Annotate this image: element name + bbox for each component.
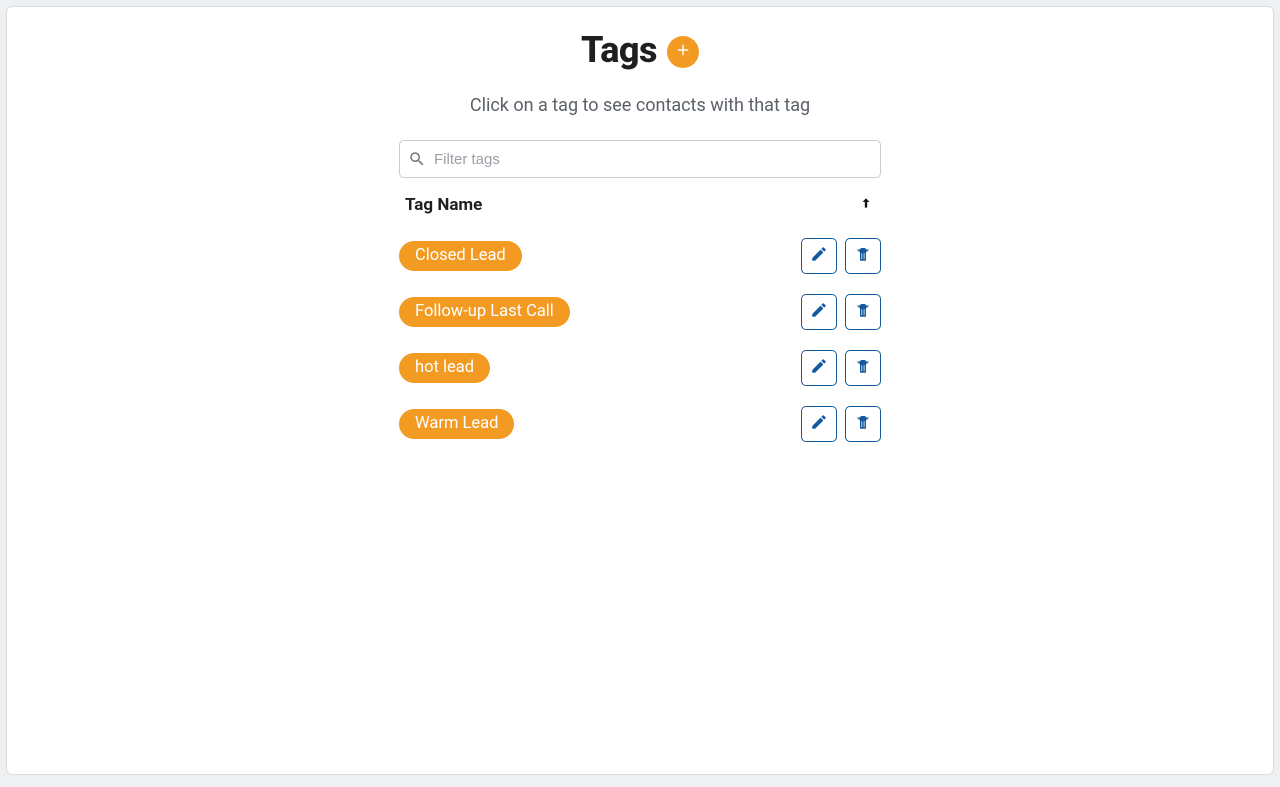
- pencil-icon: [810, 357, 828, 379]
- tag-pill[interactable]: Warm Lead: [399, 409, 514, 440]
- add-tag-button[interactable]: [667, 36, 699, 68]
- filter-wrapper: [399, 140, 881, 178]
- tag-pill[interactable]: hot lead: [399, 353, 490, 384]
- filter-tags-input[interactable]: [399, 140, 881, 178]
- page-title: Tags: [581, 29, 657, 71]
- tag-row: hot lead: [399, 340, 881, 396]
- pencil-icon: [810, 413, 828, 435]
- content-area: Tag Name Closed Lead Follow-up Last Call h…: [399, 140, 881, 452]
- trash-icon: [854, 301, 872, 323]
- tag-pill[interactable]: Closed Lead: [399, 241, 522, 272]
- trash-icon: [854, 357, 872, 379]
- edit-tag-button[interactable]: [801, 238, 837, 274]
- tag-actions: [801, 350, 881, 386]
- plus-icon: [674, 41, 692, 63]
- arrow-up-icon: [859, 197, 873, 216]
- pencil-icon: [810, 301, 828, 323]
- tag-actions: [801, 238, 881, 274]
- tag-rows: Closed Lead Follow-up Last Call hot lead Wa…: [399, 228, 881, 452]
- sort-button[interactable]: [857, 192, 875, 218]
- edit-tag-button[interactable]: [801, 350, 837, 386]
- delete-tag-button[interactable]: [845, 294, 881, 330]
- tag-actions: [801, 294, 881, 330]
- column-header-row: Tag Name: [399, 178, 881, 228]
- edit-tag-button[interactable]: [801, 406, 837, 442]
- trash-icon: [854, 413, 872, 435]
- edit-tag-button[interactable]: [801, 294, 837, 330]
- page-subtitle: Click on a tag to see contacts with that…: [7, 95, 1273, 116]
- tags-page: Tags Click on a tag to see contacts with…: [6, 6, 1274, 775]
- page-header: Tags: [7, 29, 1273, 71]
- delete-tag-button[interactable]: [845, 350, 881, 386]
- tag-pill[interactable]: Follow-up Last Call: [399, 297, 570, 328]
- tag-row: Closed Lead: [399, 228, 881, 284]
- trash-icon: [854, 245, 872, 267]
- delete-tag-button[interactable]: [845, 238, 881, 274]
- tag-actions: [801, 406, 881, 442]
- delete-tag-button[interactable]: [845, 406, 881, 442]
- column-header-tag-name[interactable]: Tag Name: [405, 195, 482, 215]
- pencil-icon: [810, 245, 828, 267]
- tag-row: Warm Lead: [399, 396, 881, 452]
- tag-row: Follow-up Last Call: [399, 284, 881, 340]
